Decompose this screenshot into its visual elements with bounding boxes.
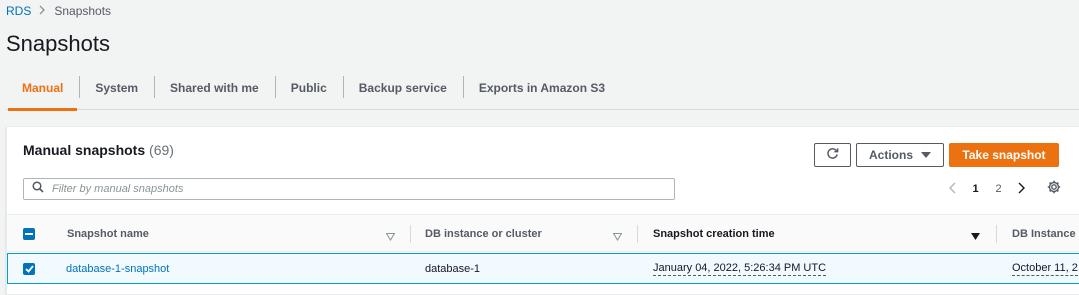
breadcrumb-rds-link[interactable]: RDS bbox=[6, 4, 31, 18]
snapshot-name-link[interactable]: database-1-snapshot bbox=[66, 263, 169, 275]
refresh-button[interactable] bbox=[814, 143, 851, 167]
table-preferences-button[interactable] bbox=[1045, 180, 1063, 198]
panel-title: Manual snapshots (69) bbox=[23, 142, 174, 158]
snapshot-count: (69) bbox=[149, 142, 174, 158]
page-2-button[interactable]: 2 bbox=[987, 180, 1010, 198]
chevron-right-icon bbox=[39, 4, 46, 18]
page-title: Snapshots bbox=[6, 31, 110, 56]
column-divider bbox=[996, 225, 997, 243]
breadcrumb-current: Snapshots bbox=[54, 4, 112, 18]
take-snapshot-button[interactable]: Take snapshot bbox=[949, 143, 1059, 167]
db-instance-created-cell: October 11, 2 bbox=[1012, 254, 1078, 283]
previous-page-button[interactable] bbox=[941, 180, 964, 198]
column-header-db-instance-or-cluster[interactable]: DB instance or cluster bbox=[425, 215, 542, 253]
search-icon bbox=[32, 180, 44, 198]
sort-icon[interactable] bbox=[612, 228, 623, 246]
table-row[interactable]: database-1-snapshot database-1 January 0… bbox=[7, 253, 1079, 284]
tab-bar: Manual System Shared with me Public Back… bbox=[6, 66, 1079, 111]
settings-gear-icon bbox=[1047, 180, 1061, 199]
search-field[interactable] bbox=[23, 178, 675, 200]
panel-title-text: Manual snapshots bbox=[23, 142, 146, 158]
rds-snapshots-page: RDS Snapshots Snapshots Manual System Sh… bbox=[0, 0, 1079, 295]
refresh-icon bbox=[826, 147, 839, 163]
creation-time-value[interactable]: January 04, 2022, 5:26:34 PM UTC bbox=[653, 262, 827, 276]
actions-label: Actions bbox=[868, 148, 913, 162]
next-page-button[interactable] bbox=[1010, 180, 1033, 198]
pagination: 1 2 bbox=[941, 180, 1033, 198]
tab-system[interactable]: System bbox=[79, 66, 154, 110]
sort-icon[interactable] bbox=[385, 228, 396, 246]
caret-down-icon bbox=[921, 148, 931, 162]
page-1-button[interactable]: 1 bbox=[964, 180, 987, 198]
creation-time-cell: January 04, 2022, 5:26:34 PM UTC bbox=[653, 254, 827, 283]
db-instance-created-value[interactable]: October 11, 2 bbox=[1012, 262, 1078, 276]
actions-dropdown-button[interactable]: Actions bbox=[856, 143, 944, 167]
search-input[interactable] bbox=[52, 183, 652, 195]
column-divider bbox=[637, 225, 638, 243]
select-all-checkbox[interactable] bbox=[23, 215, 35, 253]
tab-backup-service[interactable]: Backup service bbox=[342, 66, 463, 110]
column-header-snapshot-name[interactable]: Snapshot name bbox=[67, 215, 149, 253]
checkbox-icon bbox=[23, 262, 35, 275]
tab-public[interactable]: Public bbox=[274, 66, 343, 110]
snapshot-name-cell: database-1-snapshot bbox=[66, 254, 169, 283]
sort-icon[interactable] bbox=[971, 228, 980, 246]
chevron-left-icon bbox=[949, 182, 956, 197]
table-header: Snapshot name DB instance or cluster Sna… bbox=[7, 214, 1079, 252]
column-header-db-instance[interactable]: DB Instance bbox=[1012, 215, 1076, 253]
breadcrumb: RDS Snapshots bbox=[6, 4, 111, 18]
chevron-right-icon bbox=[1018, 182, 1025, 197]
tab-exports-in-amazon-s3[interactable]: Exports in Amazon S3 bbox=[462, 66, 621, 110]
row-checkbox[interactable] bbox=[23, 254, 35, 283]
manual-snapshots-panel: Manual snapshots (69) Actions Take snaps… bbox=[6, 126, 1079, 295]
column-header-snapshot-creation-time[interactable]: Snapshot creation time bbox=[653, 215, 775, 253]
column-divider bbox=[410, 225, 411, 243]
tab-manual[interactable]: Manual bbox=[6, 66, 79, 111]
tab-shared-with-me[interactable]: Shared with me bbox=[154, 66, 275, 110]
checkbox-icon bbox=[23, 228, 35, 240]
db-instance-cell: database-1 bbox=[425, 262, 481, 275]
